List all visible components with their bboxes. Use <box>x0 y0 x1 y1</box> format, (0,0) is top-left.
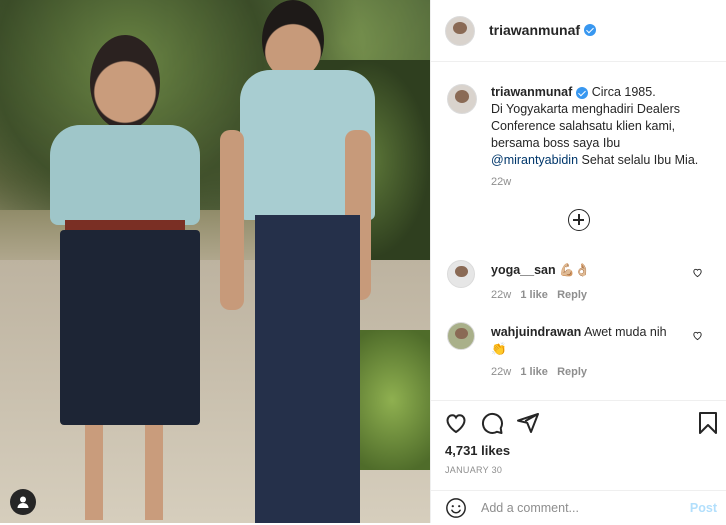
comment-bubble-icon[interactable] <box>480 411 504 435</box>
caption-tail: Sehat selalu Ibu Mia. <box>578 153 699 167</box>
caption-age: 22w <box>491 176 512 188</box>
post-photo[interactable] <box>0 0 430 523</box>
caption-author-avatar[interactable] <box>447 84 477 114</box>
emoji-smiley-icon[interactable] <box>445 497 467 519</box>
comment-text: yoga__san 💪🏼👌🏼 <box>491 262 590 279</box>
caption-text: triawanmunaf Circa 1985. Di Yogyakarta m… <box>491 84 717 169</box>
post-header: triawanmunaf <box>431 0 726 62</box>
likes-count[interactable]: 4,731 likes <box>445 443 510 458</box>
comment-age: 22w <box>491 289 512 301</box>
comment-composer: Add a comment... Post <box>431 490 726 525</box>
comment-age: 22w <box>491 366 512 378</box>
comment-item: yoga__san 💪🏼👌🏼 22w 1 like Reply <box>447 260 717 310</box>
photo-man <box>220 0 380 523</box>
reply-button[interactable]: Reply <box>557 366 587 378</box>
reply-button[interactable]: Reply <box>557 289 587 301</box>
post-actions: 4,731 likes JANUARY 30 Add a comment... … <box>431 400 726 524</box>
comment-meta: 22w 1 like Reply <box>491 366 587 378</box>
photo-woman <box>45 35 205 523</box>
comment-likes[interactable]: 1 like <box>520 289 548 301</box>
commenter-avatar[interactable] <box>447 260 475 288</box>
load-more-comments-icon[interactable] <box>568 209 590 231</box>
comment-item: wahjuindrawan Awet muda nih 👏 22w 1 like… <box>447 322 717 382</box>
heart-icon[interactable] <box>692 330 703 341</box>
comment-text: wahjuindrawan Awet muda nih 👏 <box>491 324 667 358</box>
comment-likes[interactable]: 1 like <box>520 366 548 378</box>
commenter-avatar[interactable] <box>447 322 475 350</box>
comment-meta: 22w 1 like Reply <box>491 289 587 301</box>
verified-badge-icon <box>576 86 589 99</box>
post-date: JANUARY 30 <box>445 465 503 475</box>
commenter-username[interactable]: wahjuindrawan <box>491 325 581 339</box>
comment-body: Awet muda nih <box>584 325 667 339</box>
comment-body-emoji: 👏 <box>491 342 507 356</box>
like-heart-icon[interactable] <box>444 411 468 435</box>
person-icon <box>17 496 29 508</box>
verified-badge-icon <box>584 24 597 37</box>
commenter-username[interactable]: yoga__san <box>491 263 556 277</box>
comment-body: 💪🏼👌🏼 <box>559 263 591 277</box>
save-bookmark-icon[interactable] <box>696 411 720 435</box>
tagged-user-icon[interactable] <box>10 489 36 515</box>
caption-author-username[interactable]: triawanmunaf <box>491 85 572 99</box>
heart-icon[interactable] <box>692 267 703 278</box>
caption-mention[interactable]: @mirantyabidin <box>491 153 578 167</box>
caption-body: Di Yogyakarta menghadiri Dealers Confere… <box>491 102 680 150</box>
post-comment-button[interactable]: Post <box>690 501 717 515</box>
post-sidebar: triawanmunaf triawanmunaf Circa 1985. Di… <box>430 0 726 523</box>
share-paper-plane-icon[interactable] <box>516 411 540 435</box>
caption-first-line: Circa 1985. <box>591 85 656 99</box>
author-avatar[interactable] <box>445 15 475 46</box>
author-username[interactable]: triawanmunaf <box>489 22 580 38</box>
add-comment-input[interactable]: Add a comment... <box>481 501 579 515</box>
author-name-wrap: triawanmunaf <box>489 22 597 40</box>
